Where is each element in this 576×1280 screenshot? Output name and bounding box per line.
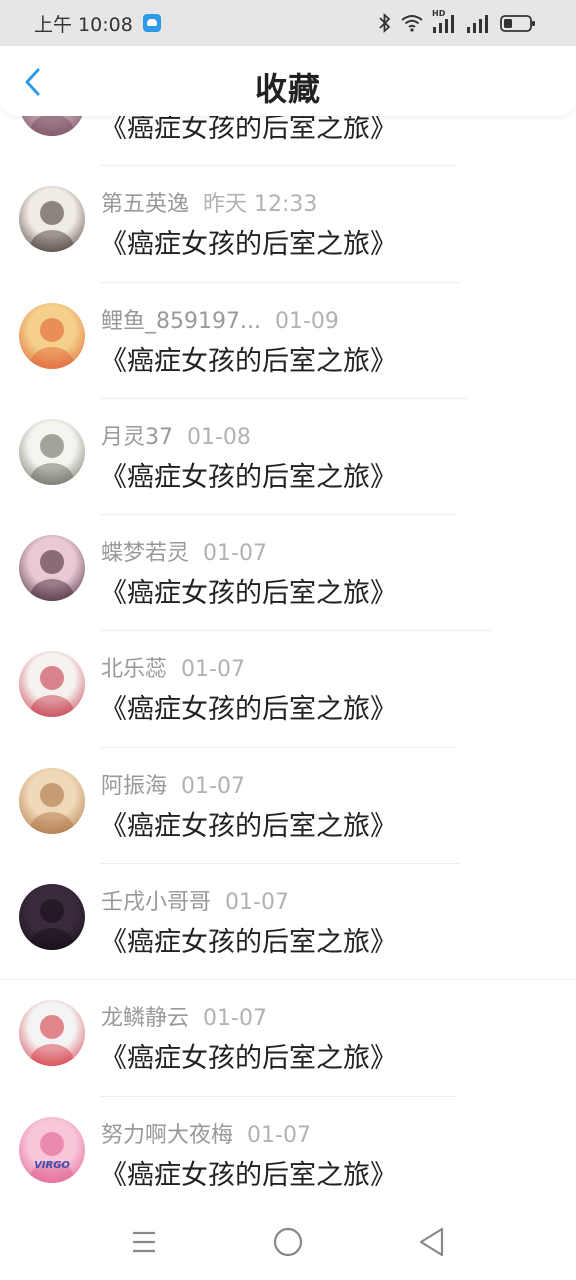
book-title[interactable]: 《癌症女孩的后室之旅》	[100, 1153, 397, 1192]
app-notification-icon	[142, 14, 161, 32]
avatar-figure	[30, 1015, 74, 1067]
page-title: 收藏	[254, 70, 321, 108]
list-item[interactable]: 龙鳞静云 01-07 《癌症女孩的后室之旅》	[0, 980, 576, 1097]
user-avatar[interactable]	[19, 302, 85, 369]
book-title[interactable]: 《癌症女孩的后室之旅》	[100, 1036, 397, 1075]
battery-icon	[500, 15, 535, 32]
user-avatar[interactable]	[19, 116, 85, 136]
nav-back-button[interactable]	[412, 1222, 452, 1262]
wifi-icon	[401, 15, 423, 32]
user-avatar[interactable]	[19, 1000, 85, 1067]
avatar-text: VIRGO	[34, 1159, 70, 1171]
list-item[interactable]: 月灵37 01-08 《癌症女孩的后室之旅》	[0, 399, 576, 516]
avatar-figure	[30, 116, 74, 136]
username[interactable]: 鲤鱼_859197...	[101, 309, 261, 334]
back-triangle-icon	[419, 1227, 444, 1257]
list-item[interactable]: 壬戌小哥哥 01-07 《癌症女孩的后室之旅》	[0, 864, 576, 981]
avatar-figure	[30, 899, 74, 951]
timestamp: 01-07	[203, 1006, 267, 1032]
item-meta: 努力啊大夜梅 01-07	[101, 1117, 311, 1149]
book-title[interactable]: 《癌症女孩的后室之旅》	[100, 222, 397, 261]
avatar-figure	[30, 782, 74, 834]
user-avatar[interactable]	[19, 418, 85, 485]
book-title[interactable]: 《癌症女孩的后室之旅》	[100, 571, 397, 610]
item-meta: 蝶梦若灵 01-07	[101, 535, 267, 567]
username[interactable]: 北乐蕊	[101, 657, 167, 682]
book-title[interactable]: 《癌症女孩的后室之旅》	[100, 804, 397, 843]
item-meta: 第五英逸 昨天 12:33	[101, 186, 317, 218]
avatar-figure	[30, 317, 74, 369]
avatar-figure	[30, 1131, 74, 1183]
avatar-figure	[30, 201, 74, 253]
timestamp: 01-07	[247, 1122, 311, 1148]
list-item[interactable]: 阿振海 01-07 《癌症女孩的后室之旅》	[0, 748, 576, 865]
item-meta: 龙鳞静云 01-07	[101, 1000, 267, 1032]
username[interactable]: 蝶梦若灵	[101, 541, 189, 566]
status-bar: 上午 10:08 HD	[0, 0, 576, 46]
timestamp: 01-07	[225, 890, 289, 916]
user-avatar[interactable]	[19, 535, 85, 602]
book-title[interactable]: 《癌症女孩的后室之旅》	[100, 339, 397, 378]
item-meta: 月灵37 01-08	[101, 419, 251, 451]
header: 收藏	[0, 46, 576, 116]
item-meta: 阿振海 01-07	[101, 768, 245, 800]
user-avatar[interactable]	[19, 651, 85, 718]
list-item[interactable]: VIRGO 努力啊大夜梅 01-07 《癌症女孩的后室之旅》	[0, 1097, 576, 1202]
item-meta: 北乐蕊 01-07	[101, 651, 245, 683]
book-title[interactable]: 《癌症女孩的后室之旅》	[100, 455, 397, 494]
status-time: 上午 10:08	[34, 13, 133, 36]
user-avatar[interactable]: VIRGO	[19, 1116, 85, 1183]
bluetooth-icon	[379, 13, 391, 33]
home-circle-icon	[273, 1227, 303, 1257]
book-title[interactable]: 《癌症女孩的后室之旅》	[100, 920, 397, 959]
item-meta: 鲤鱼_859197... 01-09	[101, 303, 339, 335]
menu-icon	[133, 1231, 155, 1253]
list-item[interactable]: 蝶梦若灵 01-07 《癌症女孩的后室之旅》	[0, 515, 576, 632]
timestamp: 昨天 12:33	[203, 192, 318, 218]
system-nav-bar	[0, 1202, 576, 1280]
book-title[interactable]: 《癌症女孩的后室之旅》	[100, 116, 397, 145]
timestamp: 01-09	[274, 308, 339, 334]
list-item[interactable]: 北乐蕊 01-07 《癌症女孩的后室之旅》	[0, 631, 576, 748]
menu-button[interactable]	[124, 1222, 164, 1262]
username[interactable]: 月灵37	[101, 425, 173, 450]
list-item[interactable]: 《癌症女孩的后室之旅》	[0, 116, 576, 167]
item-meta: 壬戌小哥哥 01-07	[101, 884, 289, 916]
status-icons: HD	[378, 9, 536, 34]
signal-icon	[467, 15, 488, 33]
user-avatar[interactable]	[19, 186, 85, 253]
timestamp: 01-07	[203, 541, 267, 567]
avatar-figure	[30, 666, 74, 718]
home-button[interactable]	[268, 1222, 308, 1262]
username[interactable]: 龙鳞静云	[101, 1006, 189, 1031]
user-avatar[interactable]	[19, 884, 85, 951]
username[interactable]: 壬戌小哥哥	[101, 890, 211, 915]
timestamp: 01-07	[181, 657, 245, 683]
avatar-figure	[30, 433, 74, 485]
username[interactable]: 努力啊大夜梅	[101, 1123, 233, 1148]
user-avatar[interactable]	[19, 767, 85, 834]
hd-signal-icon: HD	[432, 9, 458, 34]
avatar-figure	[30, 550, 74, 602]
username[interactable]: 第五英逸	[101, 192, 189, 217]
list-item[interactable]: 第五英逸 昨天 12:33 《癌症女孩的后室之旅》	[0, 166, 576, 283]
timestamp: 01-07	[181, 773, 245, 799]
book-title[interactable]: 《癌症女孩的后室之旅》	[100, 687, 397, 726]
favorites-list[interactable]: 《癌症女孩的后室之旅》 第五英逸 昨天 12:33 《癌症女孩的后室之旅》 鲤鱼_859…	[0, 116, 576, 1202]
list-item[interactable]: 鲤鱼_859197... 01-09 《癌症女孩的后室之旅》	[0, 283, 576, 399]
timestamp: 01-08	[187, 424, 251, 450]
username[interactable]: 阿振海	[101, 774, 167, 799]
